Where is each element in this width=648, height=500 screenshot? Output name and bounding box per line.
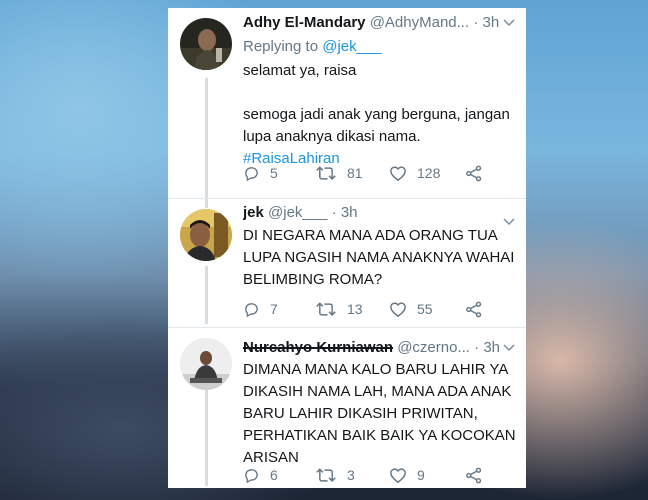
- share-icon: [466, 301, 482, 317]
- share-icon: [466, 467, 482, 483]
- avatar[interactable]: [180, 18, 232, 70]
- tweet-text-line: PERHATIKAN BAIK BAIK YA KOCOKAN: [243, 427, 516, 444]
- tweet-actions: 6 3 9: [243, 464, 516, 486]
- retweet-count: 81: [347, 165, 363, 181]
- retweet-count: 3: [347, 467, 355, 483]
- reply-button[interactable]: 7: [243, 298, 278, 320]
- tweet-text-line: DI NEGARA MANA ADA ORANG TUA: [243, 227, 498, 244]
- chevron-down-icon[interactable]: [502, 12, 516, 34]
- share-button[interactable]: [465, 162, 493, 184]
- tweet-text: selamat ya, raisa semoga jadi anak yang …: [243, 60, 516, 170]
- tweet-text-line: BELIMBING ROMA?: [243, 271, 383, 288]
- share-icon: [466, 165, 482, 181]
- tweet-3[interactable]: Nurcahyo Kurniawan @czerno... · 3h DIMAN…: [168, 328, 526, 488]
- timestamp[interactable]: 3h: [483, 14, 500, 31]
- tweet-1[interactable]: Adhy El-Mandary @AdhyMand... · 3h Replyi…: [168, 8, 526, 198]
- avatar[interactable]: [180, 338, 232, 390]
- tweet-thread-card: Adhy El-Mandary @AdhyMand... · 3h Replyi…: [168, 8, 526, 488]
- share-button[interactable]: [465, 464, 493, 486]
- chevron-down-icon[interactable]: [502, 337, 516, 359]
- tweet-text-line: DIKASIH NAMA LAH, MANA ADA ANAK: [243, 383, 512, 400]
- tweet-text-blank-line: [243, 82, 516, 104]
- timestamp[interactable]: 3h: [483, 339, 500, 356]
- heart-icon: [390, 165, 406, 181]
- reply-icon: [245, 166, 258, 181]
- retweet-icon: [316, 467, 336, 482]
- user-handle[interactable]: @AdhyMand...: [370, 14, 469, 31]
- user-handle[interactable]: @czerno...: [397, 339, 470, 356]
- separator-dot: ·: [473, 14, 479, 31]
- retweet-icon: [316, 165, 336, 180]
- heart-icon: [390, 301, 406, 317]
- tweet-text-line: lupa anaknya dikasi nama.: [243, 128, 421, 145]
- avatar[interactable]: [180, 209, 232, 261]
- tweet-text-line: LUPA NGASIH NAMA ANAKNYA WAHAI: [243, 249, 515, 266]
- display-name[interactable]: jek: [243, 204, 264, 221]
- reply-count: 7: [270, 301, 278, 317]
- timestamp[interactable]: 3h: [341, 204, 358, 221]
- background-photo: Adhy El-Mandary @AdhyMand... · 3h Replyi…: [0, 0, 648, 500]
- like-count: 128: [417, 165, 441, 181]
- tweet-text-line: selamat ya, raisa: [243, 62, 357, 79]
- display-name[interactable]: Nurcahyo Kurniawan: [243, 339, 393, 356]
- mention-link[interactable]: @jek___: [322, 38, 381, 55]
- display-name[interactable]: Adhy El-Mandary: [243, 14, 366, 31]
- user-handle[interactable]: @jek___: [268, 204, 327, 221]
- reply-icon: [245, 302, 258, 317]
- like-count: 9: [417, 467, 425, 483]
- tweet-text: DI NEGARA MANA ADA ORANG TUA LUPA NGASIH…: [243, 225, 516, 291]
- replying-to-label: Replying to: [243, 38, 319, 55]
- retweet-icon: [316, 301, 336, 316]
- share-button[interactable]: [465, 298, 493, 320]
- reply-count: 5: [270, 165, 278, 181]
- retweet-button[interactable]: 81: [315, 162, 363, 184]
- heart-icon: [390, 467, 406, 483]
- like-button[interactable]: 9: [389, 464, 425, 486]
- replying-to: Replying to @jek___: [243, 36, 382, 58]
- tweet-2[interactable]: jek @jek___ · 3h DI NEGARA MANA ADA ORAN…: [168, 199, 526, 327]
- tweet-actions: 7 13 55: [243, 298, 516, 320]
- like-button[interactable]: 55: [389, 298, 433, 320]
- like-button[interactable]: 128: [389, 162, 440, 184]
- tweet-text-line: DIMANA MANA KALO BARU LAHIR YA: [243, 361, 509, 378]
- retweet-count: 13: [347, 301, 363, 317]
- tweet-text: DIMANA MANA KALO BARU LAHIR YA DIKASIH N…: [243, 359, 516, 469]
- tweet-text-line: BARU LAHIR DIKASIH PRIWITAN,: [243, 405, 478, 422]
- reply-icon: [245, 468, 258, 483]
- retweet-button[interactable]: 3: [315, 464, 355, 486]
- reply-count: 6: [270, 467, 278, 483]
- reply-button[interactable]: 5: [243, 162, 278, 184]
- separator-dot: ·: [331, 204, 337, 221]
- retweet-button[interactable]: 13: [315, 298, 363, 320]
- reply-button[interactable]: 6: [243, 464, 278, 486]
- tweet-text-line: semoga jadi anak yang berguna, jangan: [243, 106, 510, 123]
- tweet-actions: 5 81 128: [243, 162, 516, 184]
- separator-dot: ·: [474, 339, 480, 356]
- like-count: 55: [417, 301, 433, 317]
